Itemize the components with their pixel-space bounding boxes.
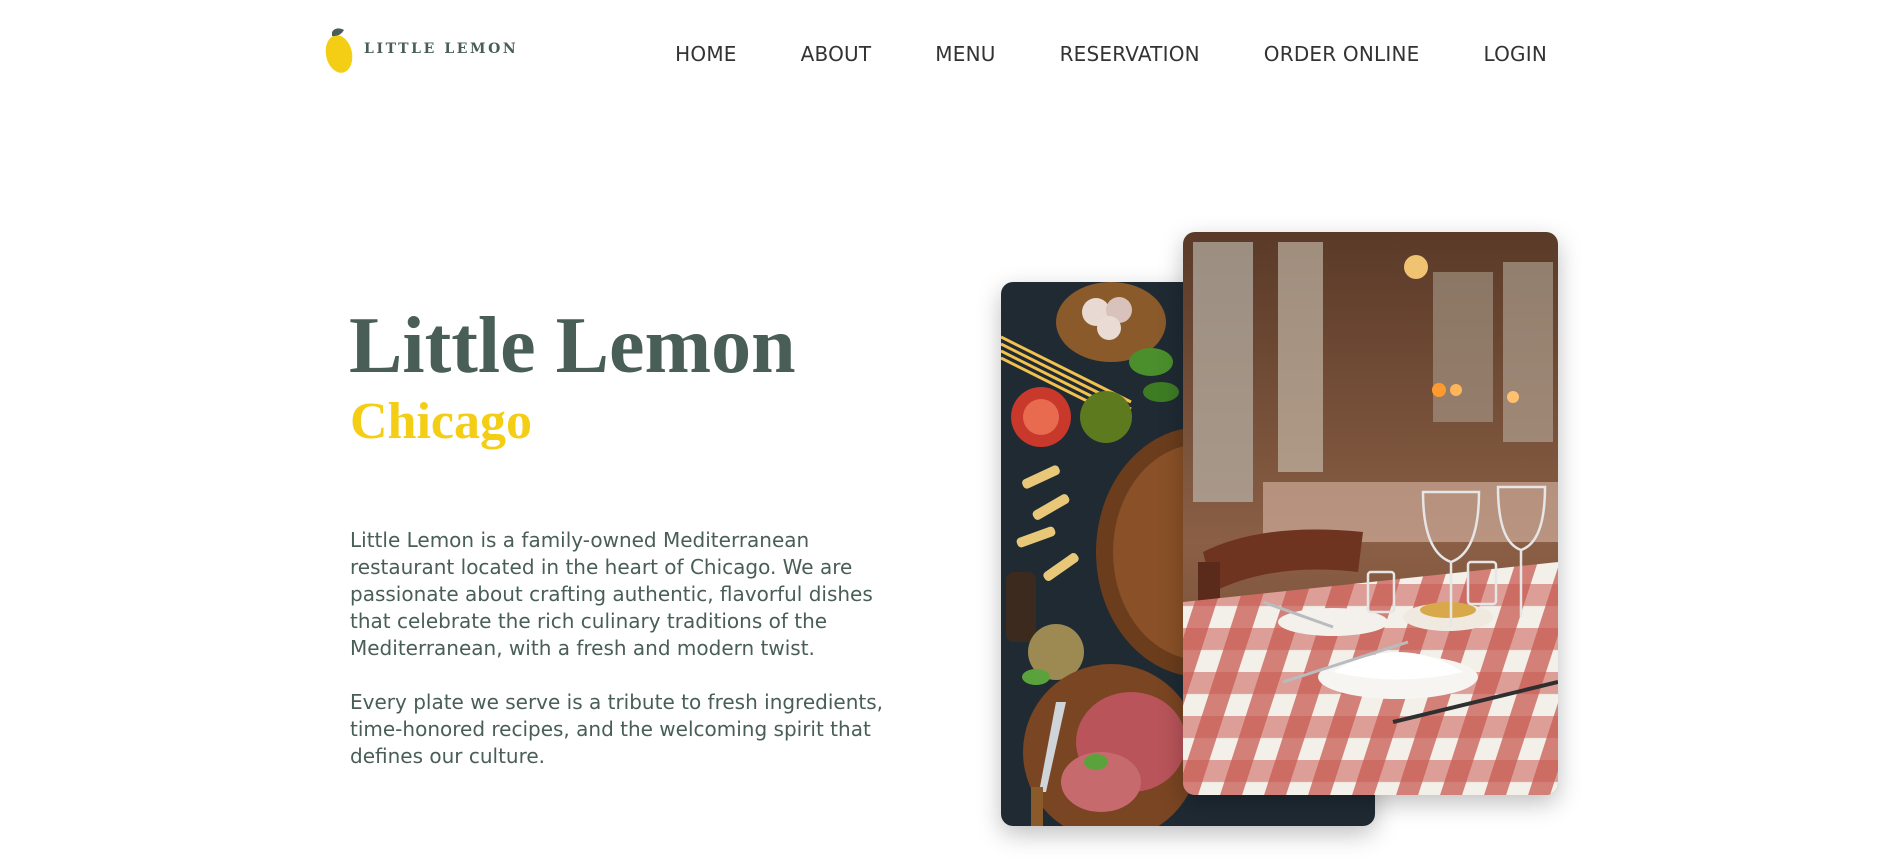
nav-order-online[interactable]: ORDER ONLINE xyxy=(1264,40,1420,68)
restaurant-interior-photo xyxy=(1183,232,1558,795)
hero-paragraph-2: Every plate we serve is a tribute to fre… xyxy=(350,690,883,768)
hero-paragraph-1: Little Lemon is a family-owned Mediterra… xyxy=(350,528,873,660)
nav-login[interactable]: LOGIN xyxy=(1483,40,1547,68)
lemon-icon xyxy=(325,28,353,73)
hero-description: Little Lemon is a family-owned Mediterra… xyxy=(350,527,910,797)
nav-menu[interactable]: MENU xyxy=(935,40,995,68)
hero-title: Little Lemon xyxy=(349,302,796,390)
logo-link[interactable]: LITTLE LEMON xyxy=(322,22,518,76)
nav-reservation[interactable]: RESERVATION xyxy=(1060,40,1200,68)
logo-text: LITTLE LEMON xyxy=(364,41,519,57)
main-nav: HOME ABOUT MENU RESERVATION ORDER ONLINE… xyxy=(675,40,1547,68)
nav-home[interactable]: HOME xyxy=(675,40,736,68)
hero-subtitle: Chicago xyxy=(350,393,532,450)
nav-about[interactable]: ABOUT xyxy=(801,40,872,68)
site-header: LITTLE LEMON HOME ABOUT MENU RESERVATION… xyxy=(0,0,1898,100)
